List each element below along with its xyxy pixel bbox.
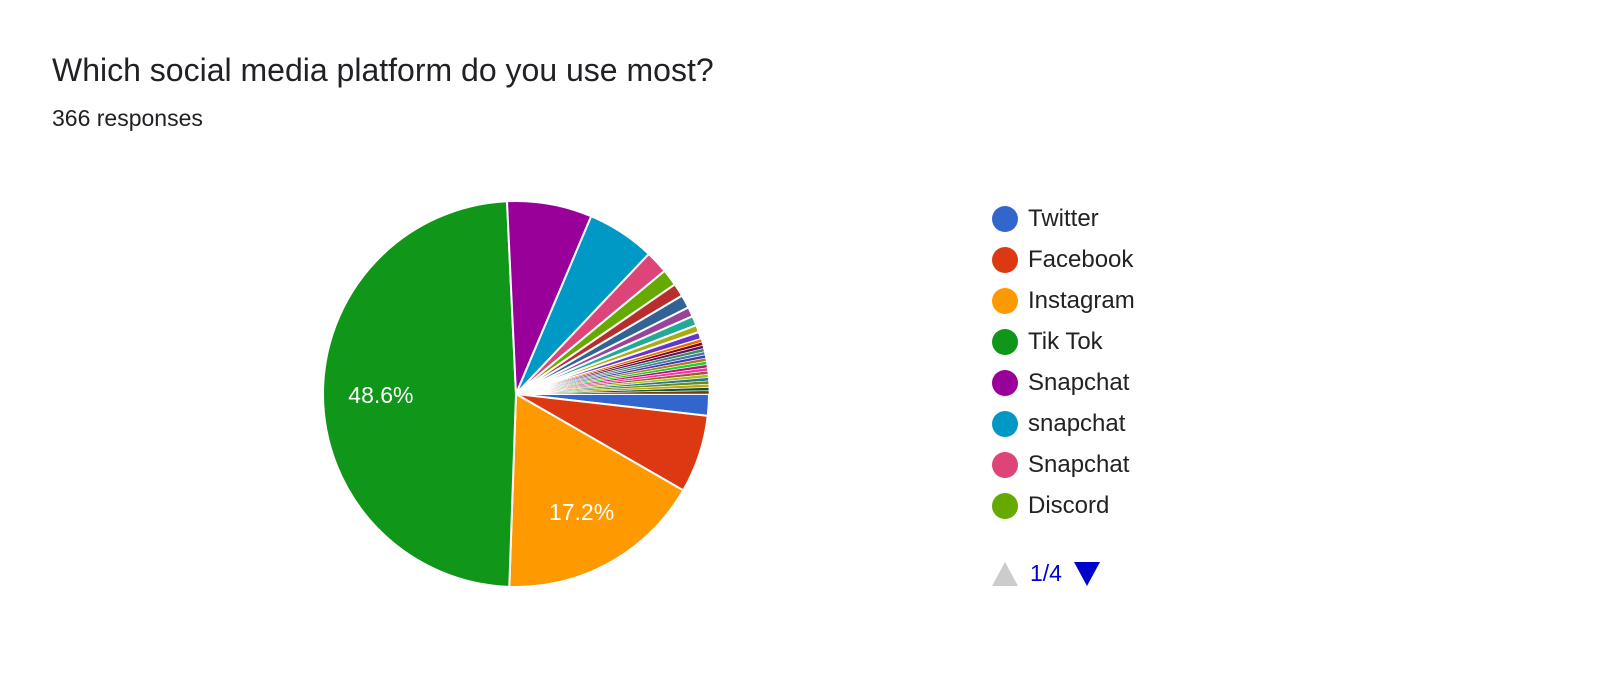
legend-item: snapchat: [992, 403, 1135, 444]
slice-data-label: 48.6%: [348, 382, 413, 408]
legend-item: Twitter: [992, 198, 1135, 239]
pie-chart: 17.2% 48.6%: [322, 200, 711, 588]
legend-swatch-icon: [992, 205, 1018, 232]
legend-swatch-icon: [992, 287, 1018, 314]
slice-data-label: 17.2%: [549, 499, 614, 525]
legend-label: Discord: [1028, 491, 1110, 519]
legend-item: Snapchat: [992, 362, 1135, 403]
legend-swatch-icon: [992, 369, 1018, 396]
legend-label: Snapchat: [1028, 368, 1130, 396]
legend-swatch-icon: [992, 246, 1018, 273]
legend-swatch-icon: [992, 328, 1018, 355]
legend-page-indicator: 1/4: [1030, 560, 1062, 586]
triangle-down-icon[interactable]: [1073, 561, 1100, 586]
legend-label: Tik Tok: [1028, 327, 1103, 355]
legend-pager: 1/4: [992, 560, 1100, 587]
legend-label: Twitter: [1028, 204, 1099, 232]
legend: Twitter Facebook Instagram Tik Tok Snapchat s…: [992, 198, 1135, 526]
legend-label: Snapchat: [1028, 450, 1130, 478]
legend-item: Discord: [992, 485, 1135, 526]
legend-label: Instagram: [1028, 286, 1135, 314]
legend-item: Facebook: [992, 239, 1135, 280]
legend-item: Instagram: [992, 280, 1135, 321]
legend-label: snapchat: [1028, 409, 1126, 437]
legend-item: Tik Tok: [992, 321, 1135, 362]
legend-swatch-icon: [992, 492, 1018, 519]
legend-item: Snapchat: [992, 444, 1135, 485]
legend-swatch-icon: [992, 410, 1018, 437]
legend-swatch-icon: [992, 451, 1018, 478]
legend-label: Facebook: [1028, 245, 1134, 273]
triangle-up-icon[interactable]: [992, 561, 1018, 586]
